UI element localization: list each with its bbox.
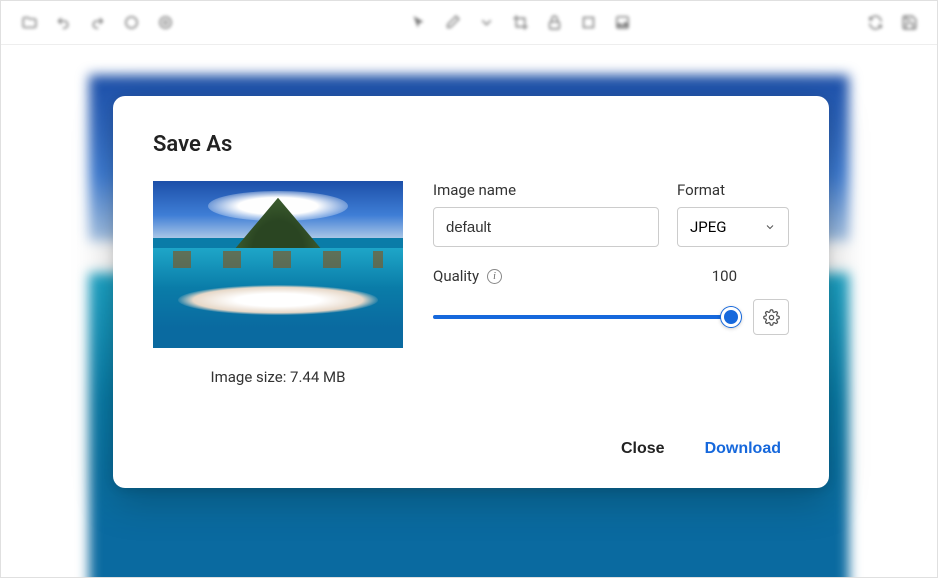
toolbar-right — [865, 13, 919, 33]
advanced-settings-button[interactable] — [753, 299, 789, 335]
open-icon — [19, 13, 39, 33]
target-icon — [155, 13, 175, 33]
undo-icon — [53, 13, 73, 33]
save-icon — [899, 13, 919, 33]
close-button[interactable]: Close — [621, 440, 665, 458]
image-icon — [612, 13, 632, 33]
dialog-title: Save As — [153, 132, 789, 157]
refresh-icon — [865, 13, 885, 33]
chevron-down-icon — [476, 13, 496, 33]
quality-value: 100 — [712, 267, 737, 285]
format-value: JPEG — [690, 218, 726, 236]
download-button[interactable]: Download — [705, 440, 781, 458]
cursor-icon — [408, 13, 428, 33]
quality-label: Quality — [433, 267, 479, 285]
circle-icon — [121, 13, 141, 33]
slider-thumb[interactable] — [721, 307, 741, 327]
info-icon[interactable]: i — [487, 269, 502, 284]
lock-icon — [544, 13, 564, 33]
chevron-down-icon — [764, 221, 776, 233]
crop-icon — [510, 13, 530, 33]
toolbar — [1, 1, 937, 45]
quality-slider[interactable] — [433, 305, 739, 329]
square-icon — [578, 13, 598, 33]
format-label: Format — [677, 181, 789, 199]
toolbar-left — [19, 13, 175, 33]
toolbar-center — [408, 13, 632, 33]
image-name-label: Image name — [433, 181, 659, 199]
preview-thumbnail — [153, 181, 403, 348]
image-name-input[interactable] — [433, 207, 659, 247]
format-select[interactable]: JPEG — [677, 207, 789, 247]
pen-icon — [442, 13, 462, 33]
image-size-label: Image size: 7.44 MB — [153, 368, 403, 386]
gear-icon — [763, 309, 780, 326]
save-as-dialog: Save As Image size: 7.44 MB Image name F… — [113, 96, 829, 488]
redo-icon — [87, 13, 107, 33]
